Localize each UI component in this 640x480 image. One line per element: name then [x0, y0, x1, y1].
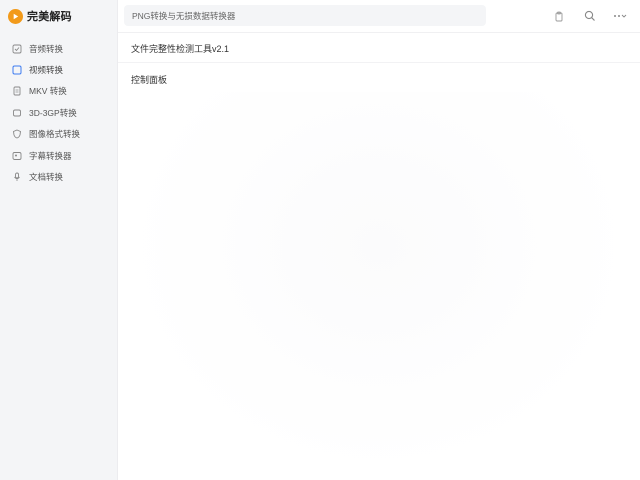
sidebar-item-document[interactable]: 文档转换 — [0, 166, 118, 187]
sidebar-item-mkv[interactable]: MKV 转换 — [0, 81, 118, 102]
sidebar-nav: 音频转换 视频转换 MKV 转换 3D-3GP转换 图像格式转换 字幕转换器 文… — [0, 38, 118, 188]
microphone-icon — [12, 172, 22, 182]
sidebar-item-image[interactable]: 图像格式转换 — [0, 124, 118, 145]
more-icon[interactable] — [612, 8, 628, 24]
clipboard-icon[interactable] — [551, 8, 567, 24]
divider — [118, 62, 640, 63]
brand[interactable]: 完美解码 — [8, 6, 72, 26]
sidebar-item-label: 字幕转换器 — [29, 150, 72, 161]
search-icon[interactable] — [582, 8, 598, 24]
play-logo-icon — [8, 8, 23, 24]
sidebar-item-label: 音频转换 — [29, 43, 64, 54]
sidebar: 完美解码 音频转换 视频转换 MKV 转换 3D-3GP转换 图像格式转换 字幕… — [0, 0, 118, 480]
cube-icon — [12, 108, 22, 118]
sidebar-item-label: 视频转换 — [29, 65, 64, 76]
app-name: 完美解码 — [27, 11, 72, 23]
image-icon — [12, 151, 22, 161]
sidebar-item-label: MKV 转换 — [29, 86, 67, 97]
section-label: 控制面板 — [131, 75, 168, 85]
checkbox-icon — [12, 44, 22, 54]
sidebar-item-video[interactable]: 视频转换 — [0, 59, 118, 80]
sidebar-item-3gp[interactable]: 3D-3GP转换 — [0, 102, 118, 123]
sidebar-item-label: 文档转换 — [29, 172, 64, 183]
page-title: 文件完整性检测工具v2.1 — [131, 44, 230, 54]
content-area — [124, 92, 634, 476]
sidebar-item-audio[interactable]: 音频转换 — [0, 38, 118, 59]
sidebar-item-label: 3D-3GP转换 — [29, 107, 77, 118]
search-input[interactable] — [124, 5, 486, 26]
shield-icon — [12, 129, 22, 139]
square-icon — [12, 65, 22, 75]
sidebar-item-subtitle[interactable]: 字幕转换器 — [0, 145, 118, 166]
document-icon — [12, 86, 22, 96]
topbar — [118, 0, 640, 33]
sidebar-item-label: 图像格式转换 — [29, 129, 81, 140]
